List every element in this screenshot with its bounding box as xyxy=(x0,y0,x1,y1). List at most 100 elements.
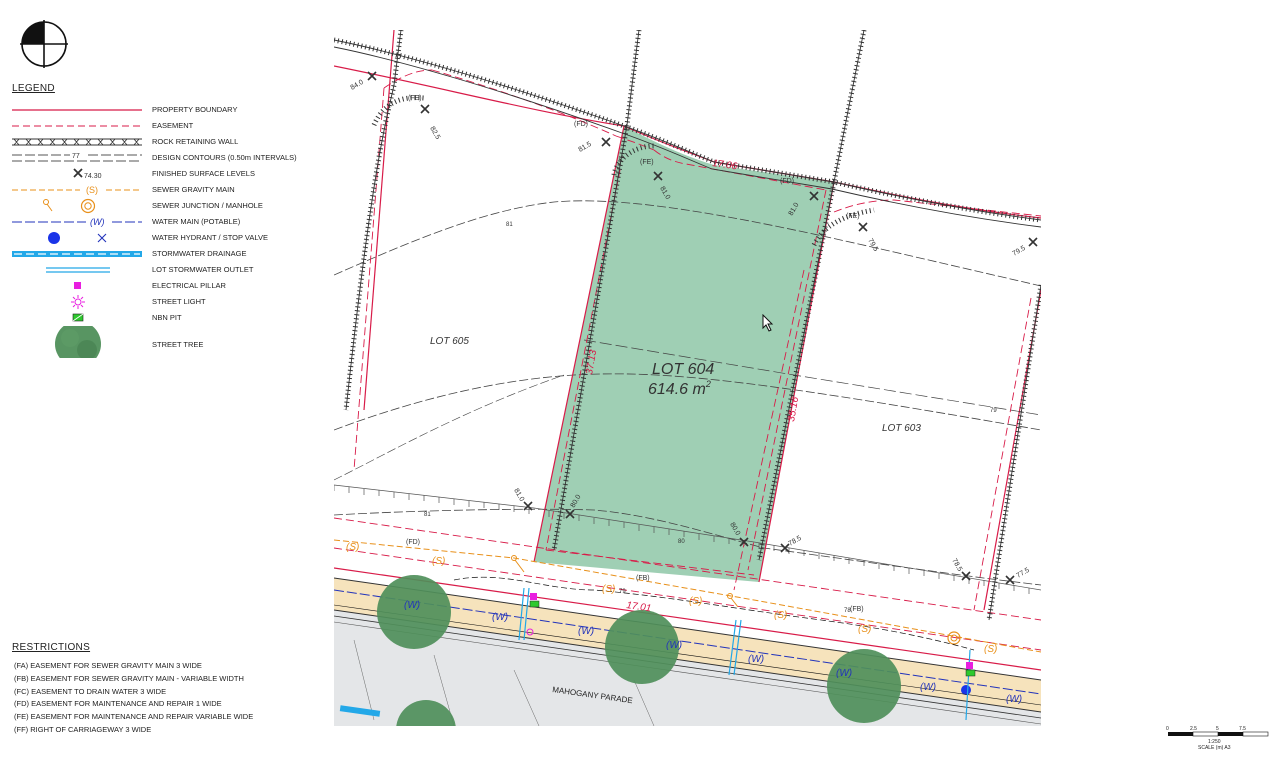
sewer-junction-icon xyxy=(43,198,96,214)
sewer-tag: (S) xyxy=(984,644,997,655)
north-arrow-icon xyxy=(20,20,68,68)
level-label: 78.5 xyxy=(788,535,803,548)
level-label: 84.0 xyxy=(350,79,365,92)
nbn-pit-icon xyxy=(72,313,84,322)
contour-label: 79 xyxy=(619,589,626,595)
contour-label: 80 xyxy=(678,539,685,545)
sewer-main-icon: (S) xyxy=(12,185,142,195)
electrical-pillar-icon xyxy=(530,593,537,600)
level-label: 82.5 xyxy=(428,126,441,141)
sewer-tag: (S) xyxy=(602,584,615,595)
level-label: 79.5 xyxy=(1012,245,1027,258)
lot-604-area xyxy=(534,126,834,582)
lot-label: LOT 603 xyxy=(882,423,921,434)
legend-label: WATER MAIN (POTABLE) xyxy=(152,217,241,226)
water-tag: (W) xyxy=(404,600,420,611)
contour-sample-label: 77 xyxy=(72,153,80,160)
scale-tick: 2.5 xyxy=(1190,726,1197,732)
legend-label: STREET LIGHT xyxy=(152,297,206,306)
legend-label: PROPERTY BOUNDARY xyxy=(152,105,238,114)
restriction-item: (FB) EASEMENT FOR SEWER GRAVITY MAIN - V… xyxy=(14,673,244,683)
scale-tick: 7.5 xyxy=(1239,726,1246,732)
legend-item-sewer-junction: SEWER JUNCTION / MANHOLE xyxy=(10,198,330,214)
scale-tick: 5 xyxy=(1216,726,1219,732)
legend-item-electrical-pillar: ELECTRICAL PILLAR xyxy=(10,278,330,294)
easement-tag: (FE) xyxy=(640,159,654,166)
contour-label: 81 xyxy=(424,512,431,518)
lot-label: LOT 605 xyxy=(430,336,469,347)
legend-item-nbn-pit: NBN PIT xyxy=(10,310,330,326)
legend-list: PROPERTY BOUNDARY EASEMENT ROCK RETAININ… xyxy=(10,102,330,358)
easement-icon xyxy=(12,125,142,127)
easement-tag: (FE) xyxy=(408,95,422,102)
level-label: 81.5 xyxy=(578,141,593,154)
sewer-tag: (S) xyxy=(346,542,359,553)
sewer-tag: (S) xyxy=(858,624,871,635)
lot-604-area-label: 614.6 m2 xyxy=(648,379,711,398)
water-tag: (W) xyxy=(492,612,508,623)
legend-label: DESIGN CONTOURS (0.50m INTERVALS) xyxy=(152,153,297,162)
legend-label: STREET TREE xyxy=(152,340,204,349)
water-tag: (W) xyxy=(920,682,936,693)
legend-item-street-tree: STREET TREE xyxy=(10,326,330,358)
legend-item-hydrant-stop-valve: WATER HYDRANT / STOP VALVE xyxy=(10,230,330,246)
sewer-sample-label: (S) xyxy=(86,185,98,195)
legend-label: FINISHED SURFACE LEVELS xyxy=(152,169,255,178)
water-main-icon: (W) xyxy=(12,217,142,227)
restriction-item: (FE) EASEMENT FOR MAINTENANCE AND REPAIR… xyxy=(14,712,254,722)
water-sample-label: (W) xyxy=(90,217,105,227)
legend-item-property-boundary: PROPERTY BOUNDARY xyxy=(10,102,330,118)
easement-tag: (FE) xyxy=(846,213,860,220)
easement-tag: (FD) xyxy=(780,178,794,185)
legend-label: ELECTRICAL PILLAR xyxy=(152,281,226,290)
restriction-item: (FF) RIGHT OF CARRIAGEWAY 3 WIDE xyxy=(14,724,152,734)
sewer-tag: (S) xyxy=(689,596,702,607)
easement-tag: (FB) xyxy=(636,575,650,582)
legend-label: EASEMENT xyxy=(152,121,194,130)
water-tag: (W) xyxy=(666,640,682,651)
stormwater-drainage-icon xyxy=(12,251,142,257)
design-contours-icon: 77 xyxy=(12,153,142,162)
easement-tag: (FD) xyxy=(574,121,588,128)
legend-item-sewer-gravity-main: (S) SEWER GRAVITY MAIN xyxy=(10,182,330,198)
mouse-cursor-icon xyxy=(762,314,774,332)
nbn-pit-icon xyxy=(529,600,540,608)
sewer-tag: (S) xyxy=(774,610,787,621)
legend-item-lot-stormwater-outlet: LOT STORMWATER OUTLET xyxy=(10,262,330,278)
electrical-pillar-icon xyxy=(74,282,81,289)
legend-title: LEGEND xyxy=(12,83,55,94)
legend-label: NBN PIT xyxy=(152,313,182,322)
restrictions-list: (FA) EASEMENT FOR SEWER GRAVITY MAIN 3 W… xyxy=(14,660,253,737)
contour-label: 81 xyxy=(506,222,513,228)
surface-level-icon: 74.30 xyxy=(73,168,102,180)
lot-outlet-icon xyxy=(46,267,110,273)
level-label: 79.5 xyxy=(866,238,879,253)
legend-item-street-light: STREET LIGHT xyxy=(10,294,330,310)
restrictions-title: RESTRICTIONS xyxy=(12,642,91,653)
legend-label: LOT STORMWATER OUTLET xyxy=(152,265,254,274)
restriction-item: (FD) EASEMENT FOR MAINTENANCE AND REPAIR… xyxy=(14,699,222,709)
property-boundary-icon xyxy=(12,109,142,111)
legend-item-easement: EASEMENT xyxy=(10,118,330,134)
level-label: 81.0 xyxy=(512,488,525,503)
legend-item-water-main: (W) WATER MAIN (POTABLE) xyxy=(10,214,330,230)
street-tree-icon xyxy=(55,326,101,358)
water-tag: (W) xyxy=(578,626,594,637)
site-plan-drawing: 17.06 37.13 35.16 17.01 84.0 82.5 81.5 8… xyxy=(334,30,1041,726)
scale-tick: 0 xyxy=(1166,726,1169,732)
level-sample-label: 74.30 xyxy=(84,173,102,180)
restriction-item: (FA) EASEMENT FOR SEWER GRAVITY MAIN 3 W… xyxy=(14,661,202,670)
legend-label: WATER HYDRANT / STOP VALVE xyxy=(152,233,268,242)
hydrant-valve-icon xyxy=(48,232,107,244)
legend-panel: LEGEND PROPERTY BOUNDARY EASEMENT ROCK R… xyxy=(0,0,330,757)
water-tag: (W) xyxy=(836,668,852,679)
legend-label: SEWER GRAVITY MAIN xyxy=(152,185,235,194)
legend-label: ROCK RETAINING WALL xyxy=(152,137,239,146)
scale-units: SCALE (m) A3 xyxy=(1198,745,1231,751)
legend-item-stormwater-drainage: STORMWATER DRAINAGE xyxy=(10,246,330,262)
rock-retaining-wall-icon xyxy=(12,138,142,146)
level-label: 78.5 xyxy=(950,558,963,573)
legend-item-rock-retaining-wall: ROCK RETAINING WALL xyxy=(10,134,330,150)
legend-label: SEWER JUNCTION / MANHOLE xyxy=(152,201,263,210)
site-plan-map[interactable]: 17.06 37.13 35.16 17.01 84.0 82.5 81.5 8… xyxy=(334,30,1041,726)
